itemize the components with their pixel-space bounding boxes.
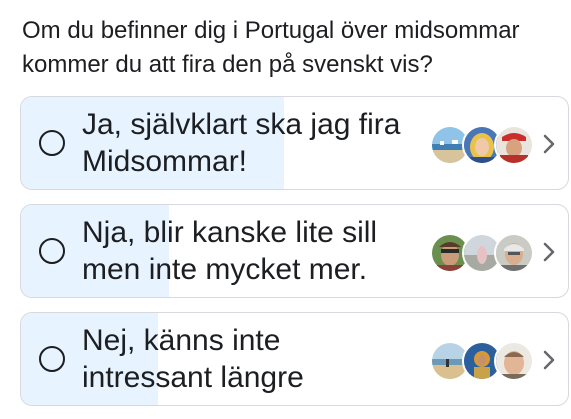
poll-option-3[interactable]: Nej, känns inte intressant längre [20, 312, 569, 406]
voter-avatar [494, 125, 534, 165]
voter-avatars[interactable] [430, 233, 534, 273]
poll-option-label: Ja, självklart ska jag fira Midsommar! [82, 106, 432, 180]
poll-option-label: Nja, blir kanske lite sill men inte myck… [82, 214, 432, 288]
voter-avatar [494, 341, 534, 381]
poll-question-line-2: kommer du att fira den på svenskt vis? [22, 51, 433, 78]
voter-avatars[interactable] [430, 341, 534, 381]
chevron-right-icon[interactable] [542, 133, 556, 155]
chevron-right-icon[interactable] [542, 241, 556, 263]
poll-option-label-line-1: Nej, känns inte [82, 324, 281, 357]
poll-options: Ja, självklart ska jag fira Midsommar! N… [20, 96, 569, 419]
radio-unselected-icon[interactable] [39, 238, 65, 264]
poll-question: Om du befinner dig i Portugal över midso… [22, 14, 571, 82]
poll-option-2[interactable]: Nja, blir kanske lite sill men inte myck… [20, 204, 569, 298]
poll-question-line-1: Om du befinner dig i Portugal över midso… [22, 17, 520, 44]
poll-option-label-line-2: Midsommar! [82, 145, 248, 178]
radio-unselected-icon[interactable] [39, 130, 65, 156]
voter-avatar [494, 233, 534, 273]
chevron-right-icon[interactable] [542, 349, 556, 371]
radio-unselected-icon[interactable] [39, 346, 65, 372]
voter-avatars[interactable] [430, 125, 534, 165]
poll-option-1[interactable]: Ja, självklart ska jag fira Midsommar! [20, 96, 569, 190]
poll-option-label-line-2: men inte mycket mer. [82, 253, 368, 286]
poll-option-label-line-1: Ja, självklart ska jag fira [82, 108, 401, 141]
poll-option-label: Nej, känns inte intressant längre [82, 322, 432, 396]
poll-option-label-line-2: intressant längre [82, 361, 304, 394]
poll-option-label-line-1: Nja, blir kanske lite sill [82, 216, 378, 249]
